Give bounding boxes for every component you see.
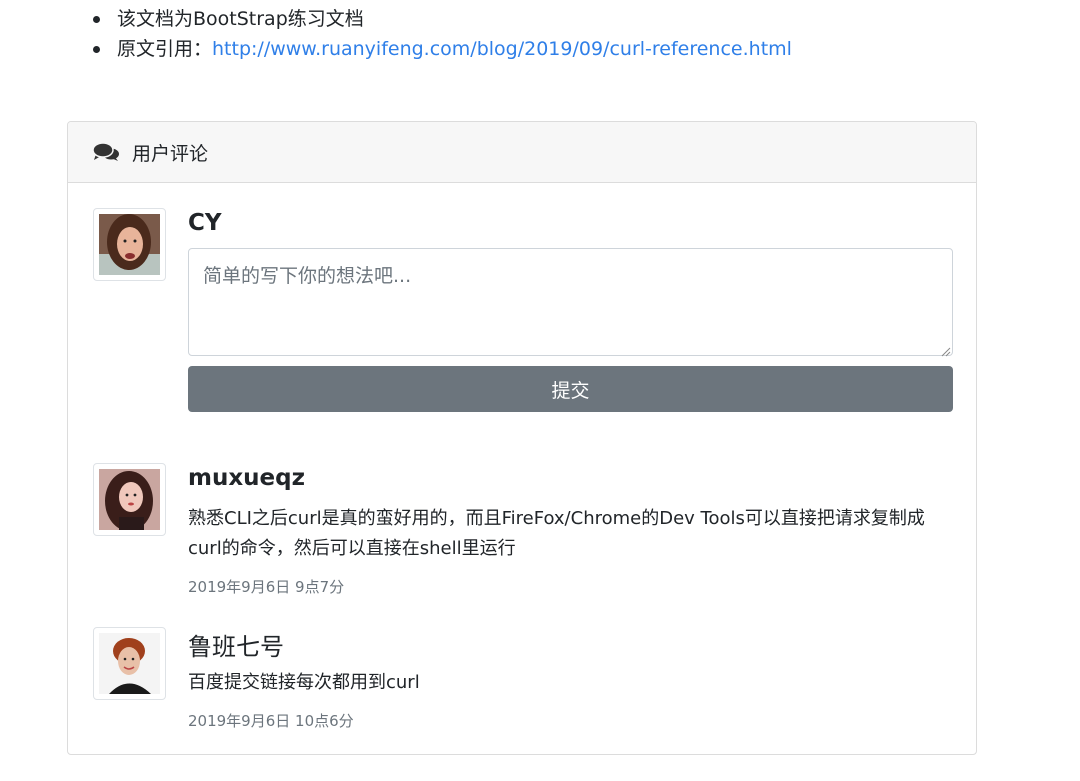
resize-grip-icon[interactable] (940, 342, 951, 357)
intro-item-doc: 该文档为BootStrap练习文档 (93, 4, 792, 34)
composer-user-name: CY (188, 210, 222, 236)
comments-icon (92, 142, 120, 162)
comment-input[interactable] (188, 248, 953, 356)
intro-source-label: 原文引用： (117, 38, 213, 60)
comment-text: 百度提交链接每次都用到curl (188, 672, 420, 693)
current-user-avatar (93, 208, 166, 281)
intro-list: 该文档为BootStrap练习文档 原文引用：http://www.ruanyi… (93, 4, 792, 64)
intro-doc-text: 该文档为BootStrap练习文档 (117, 8, 364, 30)
card-header: 用户评论 (68, 122, 976, 183)
card-title: 用户评论 (132, 142, 209, 165)
submit-button[interactable]: 提交 (188, 366, 953, 412)
comment-text: 熟悉CLI之后curl是真的蛮好用的，而且FireFox/Chrome的Dev … (188, 508, 925, 559)
comment-avatar (93, 463, 166, 536)
comment-author: 鲁班七号 (188, 633, 284, 661)
comments-card: 用户评论 CY 提交 muxueqz (67, 121, 977, 755)
comment-time: 2019年9月6日 9点7分 (188, 578, 345, 596)
comment-avatar (93, 627, 166, 700)
comment-author: muxueqz (188, 465, 305, 491)
comment-time: 2019年9月6日 10点6分 (188, 712, 354, 730)
intro-item-source: 原文引用：http://www.ruanyifeng.com/blog/2019… (93, 34, 792, 64)
source-link[interactable]: http://www.ruanyifeng.com/blog/2019/09/c… (212, 38, 792, 60)
